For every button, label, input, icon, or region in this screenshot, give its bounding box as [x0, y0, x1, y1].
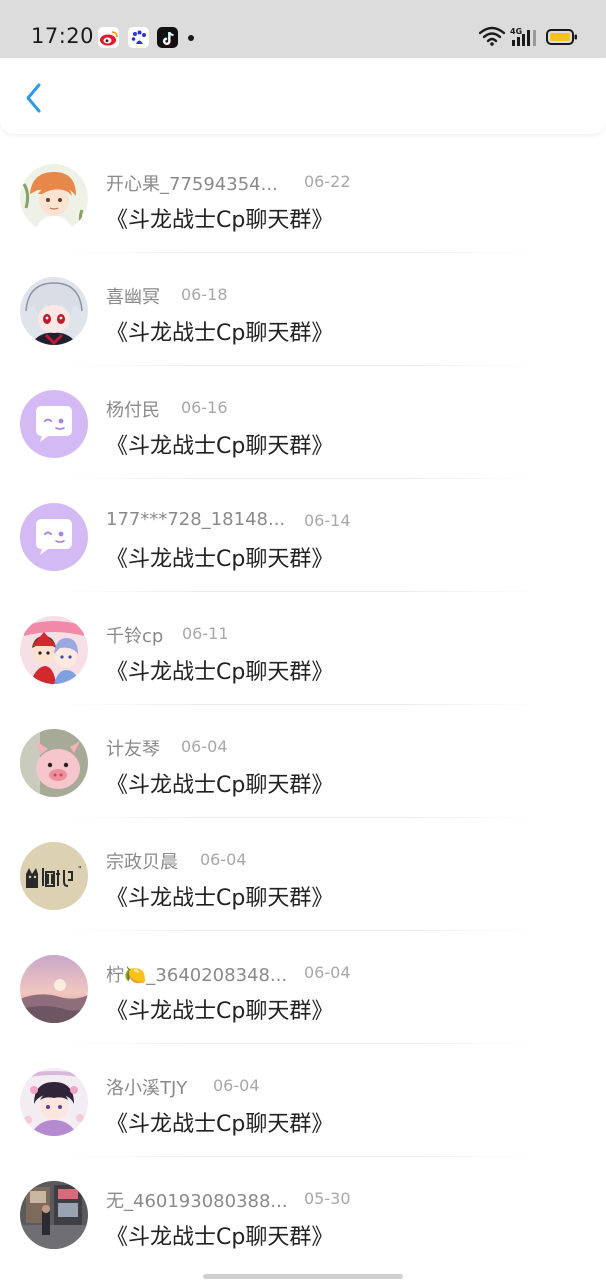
- sender-name: 开心果_77594354...: [106, 174, 278, 195]
- avatar[interactable]: [20, 277, 88, 345]
- sender-name: 喜幽冥: [106, 287, 160, 308]
- sender-name: 177***728_18148...: [106, 509, 286, 530]
- message-text: 《斗龙战士Cp聊天群》: [106, 660, 334, 685]
- list-item[interactable]: 无_460193080388... 05-30 《斗龙战士Cp聊天群》: [0, 1157, 606, 1270]
- home-indicator[interactable]: [203, 1274, 403, 1279]
- list-item[interactable]: 杨付民 06-16 《斗龙战士Cp聊天群》: [0, 366, 606, 479]
- avatar[interactable]: [20, 164, 88, 232]
- message-date: 06-04: [200, 850, 247, 869]
- nav-bar: [0, 58, 606, 134]
- message-date: 06-04: [213, 1076, 260, 1095]
- list-item[interactable]: 柠🍋_3640208348... 06-04 《斗龙战士Cp聊天群》: [0, 931, 606, 1044]
- message-date: 06-11: [182, 624, 229, 643]
- avatar[interactable]: [20, 729, 88, 797]
- baidu-icon: [128, 27, 149, 48]
- message-date: 06-04: [304, 963, 351, 982]
- avatar[interactable]: [20, 503, 88, 571]
- network-type-label: 4G: [510, 27, 522, 36]
- notification-dot: [188, 35, 194, 41]
- message-text: 《斗龙战士Cp聊天群》: [106, 886, 334, 911]
- message-text: 《斗龙战士Cp聊天群》: [106, 208, 334, 233]
- back-button[interactable]: [14, 76, 54, 120]
- list-item[interactable]: 177***728_18148... 06-14 《斗龙战士Cp聊天群》: [0, 479, 606, 592]
- message-date: 06-18: [181, 285, 228, 304]
- battery-icon: [546, 29, 577, 45]
- sender-name: 柠🍋_3640208348...: [106, 965, 288, 986]
- message-text: 《斗龙战士Cp聊天群》: [106, 547, 334, 572]
- douyin-icon: [157, 27, 178, 48]
- avatar[interactable]: [20, 955, 88, 1023]
- chevron-left-icon: [26, 83, 41, 113]
- status-bar: 17:20 4G: [0, 0, 606, 58]
- sender-name: 宗政贝晨: [106, 852, 178, 873]
- sender-name: 杨付民: [106, 400, 160, 421]
- avatar[interactable]: [20, 616, 88, 684]
- avatar[interactable]: [20, 390, 88, 458]
- avatar[interactable]: [20, 1181, 88, 1249]
- svg-text:": ": [78, 865, 82, 874]
- status-time: 17:20: [31, 24, 95, 48]
- weibo-icon: [98, 27, 119, 48]
- list-item[interactable]: 千铃cp 06-11 《斗龙战士Cp聊天群》: [0, 592, 606, 705]
- cellular-signal-icon: 4G: [510, 27, 536, 46]
- message-text: 《斗龙战士Cp聊天群》: [106, 1112, 334, 1137]
- message-date: 06-22: [304, 172, 351, 191]
- wifi-icon: [479, 26, 505, 46]
- list-item[interactable]: 洛小溪TJY 06-04 《斗龙战士Cp聊天群》: [0, 1044, 606, 1157]
- avatar[interactable]: ": [20, 842, 88, 910]
- list-item[interactable]: " 宗政贝晨 06-04 《斗龙战士Cp聊天群》: [0, 818, 606, 931]
- message-date: 06-14: [304, 511, 351, 530]
- message-date: 06-16: [181, 398, 228, 417]
- list-item[interactable]: 计友琴 06-04 《斗龙战士Cp聊天群》: [0, 705, 606, 818]
- sender-name: 计友琴: [106, 739, 160, 760]
- message-list: 开心果_77594354... 06-22 《斗龙战士Cp聊天群》 喜幽冥 06…: [0, 140, 606, 1270]
- message-text: 《斗龙战士Cp聊天群》: [106, 1225, 334, 1250]
- sender-name: 无_460193080388...: [106, 1191, 288, 1212]
- list-item[interactable]: 喜幽冥 06-18 《斗龙战士Cp聊天群》: [0, 253, 606, 366]
- list-item[interactable]: 开心果_77594354... 06-22 《斗龙战士Cp聊天群》: [0, 140, 606, 253]
- sender-name: 千铃cp: [106, 626, 164, 647]
- message-date: 05-30: [304, 1189, 351, 1208]
- sender-name: 洛小溪TJY: [106, 1078, 188, 1099]
- message-text: 《斗龙战士Cp聊天群》: [106, 999, 334, 1024]
- message-text: 《斗龙战士Cp聊天群》: [106, 434, 334, 459]
- message-text: 《斗龙战士Cp聊天群》: [106, 321, 334, 346]
- message-text: 《斗龙战士Cp聊天群》: [106, 773, 334, 798]
- message-date: 06-04: [181, 737, 228, 756]
- avatar[interactable]: [20, 1068, 88, 1136]
